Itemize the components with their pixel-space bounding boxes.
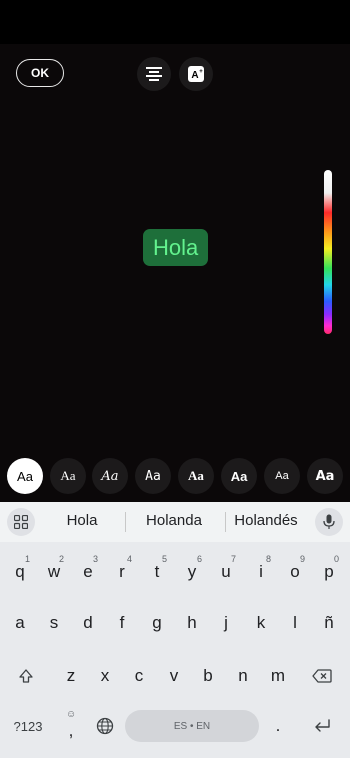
key-label: y xyxy=(187,562,197,581)
key-v[interactable]: v xyxy=(157,656,191,696)
key-label: e xyxy=(83,562,93,581)
color-slider[interactable] xyxy=(324,170,332,334)
period-key[interactable]: . xyxy=(261,706,295,746)
svg-text:A: A xyxy=(191,70,198,81)
key-label: q xyxy=(15,562,25,581)
text-style-button[interactable]: A + xyxy=(179,57,213,91)
key-label: o xyxy=(290,562,300,581)
globe-icon xyxy=(96,717,114,735)
suggestion-divider xyxy=(125,512,126,532)
text-background-icon: A + xyxy=(188,66,204,82)
font-chip-selected[interactable]: Aa xyxy=(7,458,43,494)
comma-label: , xyxy=(68,721,74,740)
suggestion-item[interactable]: Holandés xyxy=(228,512,304,529)
key-u[interactable]: 7u xyxy=(209,552,243,592)
key-hint: 2 xyxy=(58,554,64,564)
key-s[interactable]: s xyxy=(37,603,71,643)
key-i[interactable]: 8i xyxy=(244,552,278,592)
suggestion-item[interactable]: Holanda xyxy=(135,512,213,529)
key-b[interactable]: b xyxy=(191,656,225,696)
key-label: w xyxy=(47,562,61,581)
key-r[interactable]: 4r xyxy=(105,552,139,592)
key-a[interactable]: a xyxy=(3,603,37,643)
key-hint: 3 xyxy=(92,554,98,564)
key-label: r xyxy=(119,562,125,581)
mic-icon xyxy=(323,514,335,529)
key-j[interactable]: j xyxy=(209,603,243,643)
mic-button[interactable] xyxy=(315,508,343,536)
key-e[interactable]: 3e xyxy=(71,552,105,592)
apps-grid-icon xyxy=(14,515,28,529)
key-hint: 6 xyxy=(196,554,202,564)
suggestion-item[interactable]: Hola xyxy=(52,512,112,529)
key-m[interactable]: m xyxy=(261,656,295,696)
key-d[interactable]: d xyxy=(71,603,105,643)
backspace-key[interactable] xyxy=(305,656,339,696)
key-hint: 1 xyxy=(24,554,30,564)
key-p[interactable]: 0p xyxy=(312,552,346,592)
enter-icon xyxy=(315,719,330,732)
spacebar[interactable]: ES • EN xyxy=(125,710,259,742)
font-chip[interactable]: Aa xyxy=(307,458,343,494)
language-key[interactable] xyxy=(88,706,122,746)
text-editor-canvas[interactable] xyxy=(0,44,350,502)
key-label: i xyxy=(259,562,263,581)
key-hint: 0 xyxy=(333,554,339,564)
key-x[interactable]: x xyxy=(88,656,122,696)
font-chip[interactable]: Aa xyxy=(50,458,86,494)
text-bubble[interactable]: Hola xyxy=(143,229,209,266)
key-label: t xyxy=(154,562,160,581)
symbols-key[interactable]: ?123 xyxy=(8,706,48,746)
font-chip[interactable]: Aa xyxy=(135,458,171,494)
key-q[interactable]: 1q xyxy=(3,552,37,592)
ok-button[interactable]: OK xyxy=(16,59,64,87)
key-f[interactable]: f xyxy=(105,603,139,643)
shift-key[interactable] xyxy=(9,656,43,696)
key-y[interactable]: 6y xyxy=(175,552,209,592)
key-n-tilde[interactable]: ñ xyxy=(312,603,346,643)
key-w[interactable]: 2w xyxy=(37,552,71,592)
key-l[interactable]: l xyxy=(278,603,312,643)
suggestion-divider xyxy=(225,512,226,532)
key-k[interactable]: k xyxy=(244,603,278,643)
key-z[interactable]: z xyxy=(54,656,88,696)
key-g[interactable]: g xyxy=(140,603,174,643)
backspace-icon xyxy=(312,669,332,683)
key-o[interactable]: 9o xyxy=(278,552,312,592)
key-hint: 8 xyxy=(265,554,271,564)
status-bar xyxy=(0,0,350,44)
keyboard: Hola Holanda Holandés 1q 2w 3e 4r 5t 6y … xyxy=(0,502,350,758)
align-center-icon xyxy=(146,67,162,81)
shift-icon xyxy=(19,669,33,683)
enter-key[interactable] xyxy=(305,706,339,746)
key-label: u xyxy=(221,562,231,581)
font-chip[interactable]: Aa xyxy=(264,458,300,494)
key-c[interactable]: c xyxy=(122,656,156,696)
svg-text:+: + xyxy=(199,69,203,75)
font-chip[interactable]: Aa xyxy=(221,458,257,494)
comma-key[interactable]: ☺ , xyxy=(54,706,88,746)
key-n[interactable]: n xyxy=(226,656,260,696)
font-chip[interactable]: Aa xyxy=(92,458,128,494)
emoji-icon: ☺ xyxy=(66,709,77,720)
key-hint: 5 xyxy=(161,554,167,564)
text-align-button[interactable] xyxy=(137,57,171,91)
key-label: p xyxy=(324,562,334,581)
font-chip[interactable]: Aa xyxy=(178,458,214,494)
suggestion-bar: Hola Holanda Holandés xyxy=(0,502,350,542)
key-t[interactable]: 5t xyxy=(140,552,174,592)
key-h[interactable]: h xyxy=(175,603,209,643)
key-hint: 9 xyxy=(299,554,305,564)
key-hint: 4 xyxy=(126,554,132,564)
font-picker: Aa Aa Aa Aa Aa Aa Aa Aa xyxy=(0,456,350,502)
apps-button[interactable] xyxy=(7,508,35,536)
key-hint: 7 xyxy=(230,554,236,564)
